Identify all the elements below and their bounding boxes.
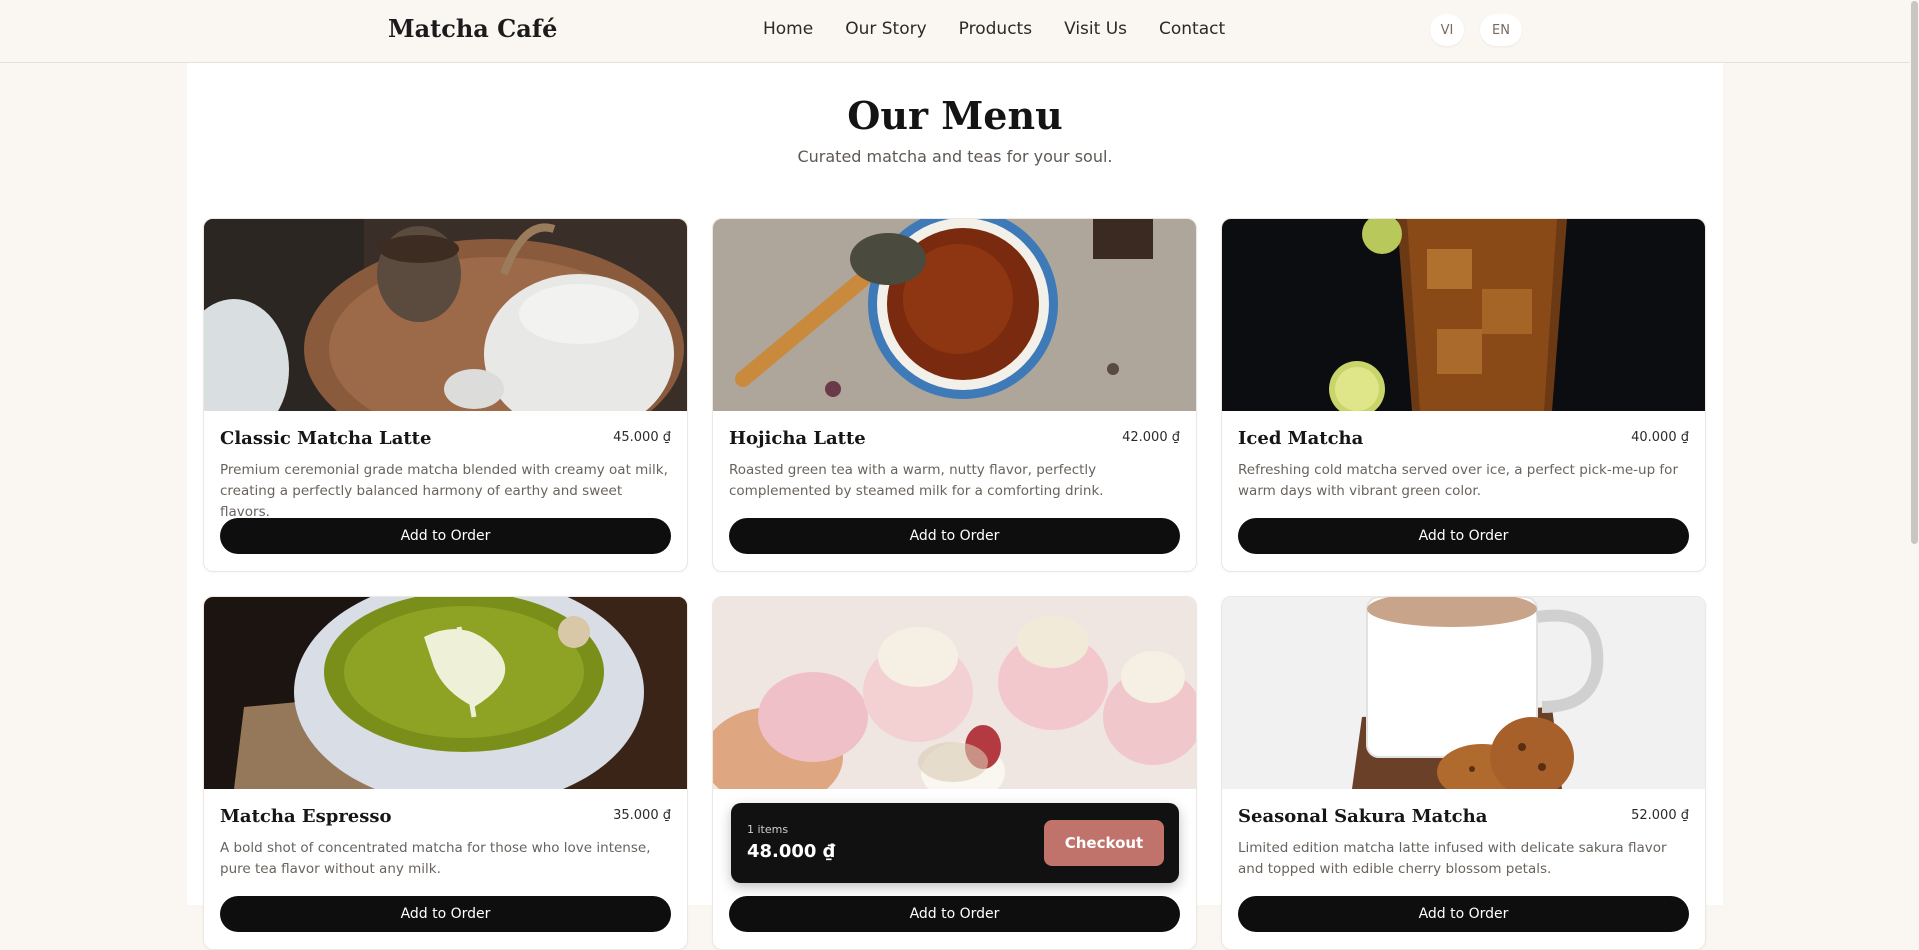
- brand-logo[interactable]: Matcha Café: [388, 14, 557, 43]
- iced-tea-glass-photo: [1222, 219, 1705, 411]
- add-to-order-button[interactable]: Add to Order: [1238, 896, 1689, 932]
- page-title: Our Menu: [847, 93, 1063, 138]
- product-price: 40.000 ₫: [1631, 430, 1689, 445]
- product-card: Matcha Espresso 35.000 ₫ A bold shot of …: [203, 596, 688, 950]
- menu-section: Our Menu Curated matcha and teas for you…: [187, 63, 1723, 950]
- product-card: Classic Matcha Latte 45.000 ₫ Premium ce…: [203, 218, 688, 572]
- checkout-button[interactable]: Checkout: [1044, 820, 1164, 866]
- product-name: Hojicha Latte: [729, 428, 866, 449]
- language-vi-button[interactable]: VI: [1430, 14, 1464, 46]
- cart-item-count: 1 items: [747, 823, 789, 836]
- teapot-and-cup-photo: [204, 219, 687, 411]
- nav-link-our-story[interactable]: Our Story: [845, 19, 926, 39]
- matcha-latte-art-photo: [204, 597, 687, 789]
- main-nav: Home Our Story Products Visit Us Contact: [763, 19, 1225, 39]
- add-to-order-button[interactable]: Add to Order: [729, 518, 1180, 554]
- language-en-button[interactable]: EN: [1480, 14, 1522, 46]
- cupcakes-photo: [713, 597, 1196, 789]
- tea-cup-on-linen-photo: [713, 219, 1196, 411]
- product-card: Seasonal Sakura Matcha 52.000 ₫ Limited …: [1221, 596, 1706, 950]
- nav-link-home[interactable]: Home: [763, 19, 813, 39]
- page-subtitle: Curated matcha and teas for your soul.: [797, 147, 1113, 166]
- product-price: 52.000 ₫: [1631, 808, 1689, 823]
- product-description: Roasted green tea with a warm, nutty fla…: [729, 462, 1104, 499]
- product-card: Hojicha Latte 42.000 ₫ Roasted green tea…: [712, 218, 1197, 572]
- nav-link-contact[interactable]: Contact: [1159, 19, 1225, 39]
- product-name: Iced Matcha: [1238, 428, 1364, 449]
- product-name: Classic Matcha Latte: [220, 428, 432, 449]
- add-to-order-button[interactable]: Add to Order: [729, 896, 1180, 932]
- product-name: Matcha Espresso: [220, 806, 392, 827]
- add-to-order-button[interactable]: Add to Order: [220, 518, 671, 554]
- product-description: A bold shot of concentrated matcha for t…: [220, 840, 651, 877]
- product-price: 42.000 ₫: [1122, 430, 1180, 445]
- cart-summary-bar: 1 items 48.000 ₫ Checkout: [731, 803, 1179, 883]
- product-description: Limited edition matcha latte infused wit…: [1238, 840, 1667, 877]
- product-description: Premium ceremonial grade matcha blended …: [220, 462, 668, 520]
- product-price: 35.000 ₫: [613, 808, 671, 823]
- add-to-order-button[interactable]: Add to Order: [1238, 518, 1689, 554]
- product-name: Seasonal Sakura Matcha: [1238, 806, 1488, 827]
- product-card: Iced Matcha 40.000 ₫ Refreshing cold mat…: [1221, 218, 1706, 572]
- top-navbar: Matcha Café Home Our Story Products Visi…: [0, 0, 1919, 63]
- add-to-order-button[interactable]: Add to Order: [220, 896, 671, 932]
- product-description: Refreshing cold matcha served over ice, …: [1238, 462, 1678, 499]
- scrollbar-thumb[interactable]: [1911, 1, 1918, 544]
- nav-link-visit-us[interactable]: Visit Us: [1064, 19, 1127, 39]
- product-price: 45.000 ₫: [613, 430, 671, 445]
- tea-mug-and-cookies-photo: [1222, 597, 1705, 789]
- product-card: Add to Order: [712, 596, 1197, 950]
- nav-link-products[interactable]: Products: [959, 19, 1032, 39]
- cart-total: 48.000 ₫: [747, 841, 836, 862]
